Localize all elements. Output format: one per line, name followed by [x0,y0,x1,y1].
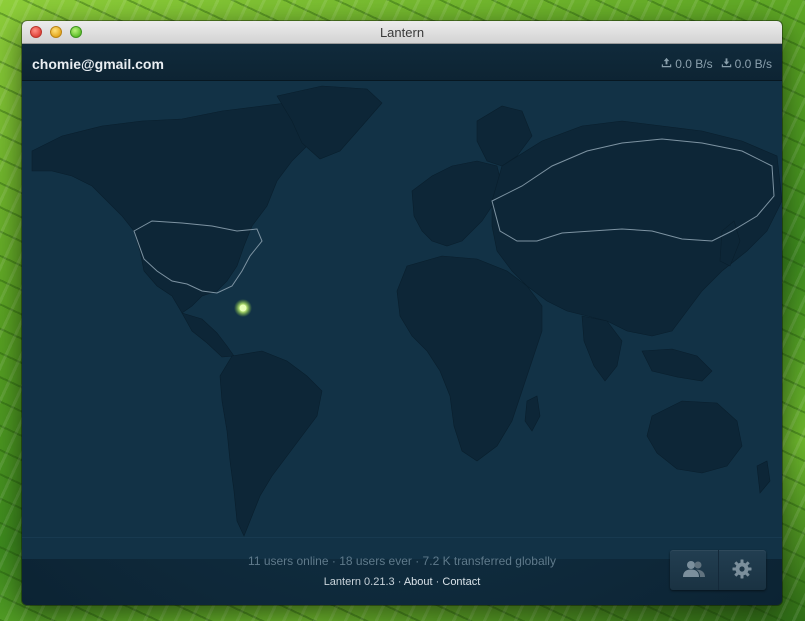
app-window: Lantern chomie@gmail.com 0.0 B/s 0.0 B/s [22,21,782,605]
upload-rate-value: 0.0 B/s [675,57,713,71]
gear-icon [732,559,752,582]
app-content: chomie@gmail.com 0.0 B/s 0.0 B/s 11 user… [22,44,782,605]
user-location-dot-core [239,304,247,312]
footer: 11 users online · 18 users ever · 7.2 K … [22,537,782,605]
window-title: Lantern [379,25,425,40]
users-icon [682,560,706,581]
world-map[interactable] [22,81,782,559]
upload-icon [661,57,672,71]
title-bar[interactable]: Lantern [22,21,782,44]
version-label: Lantern 0.21.3 [323,576,395,588]
contact-link[interactable]: Contact [442,576,480,588]
settings-button[interactable] [717,550,767,590]
transfer-rates: 0.0 B/s 0.0 B/s [661,57,772,71]
download-rate-value: 0.0 B/s [734,57,772,71]
footer-links: Lantern 0.21.3 · About · Contact [22,576,782,588]
separator: · [435,576,440,588]
separator: · [397,576,402,588]
upload-rate: 0.0 B/s [661,57,713,71]
download-icon [721,57,732,71]
friends-button[interactable] [670,550,718,590]
about-link[interactable]: About [404,576,433,588]
user-email: chomie@gmail.com [32,56,164,72]
app-header: chomie@gmail.com 0.0 B/s 0.0 B/s [22,44,782,81]
action-buttons [670,550,766,590]
global-stats: 11 users online · 18 users ever · 7.2 K … [248,554,556,568]
download-rate: 0.0 B/s [721,57,772,71]
